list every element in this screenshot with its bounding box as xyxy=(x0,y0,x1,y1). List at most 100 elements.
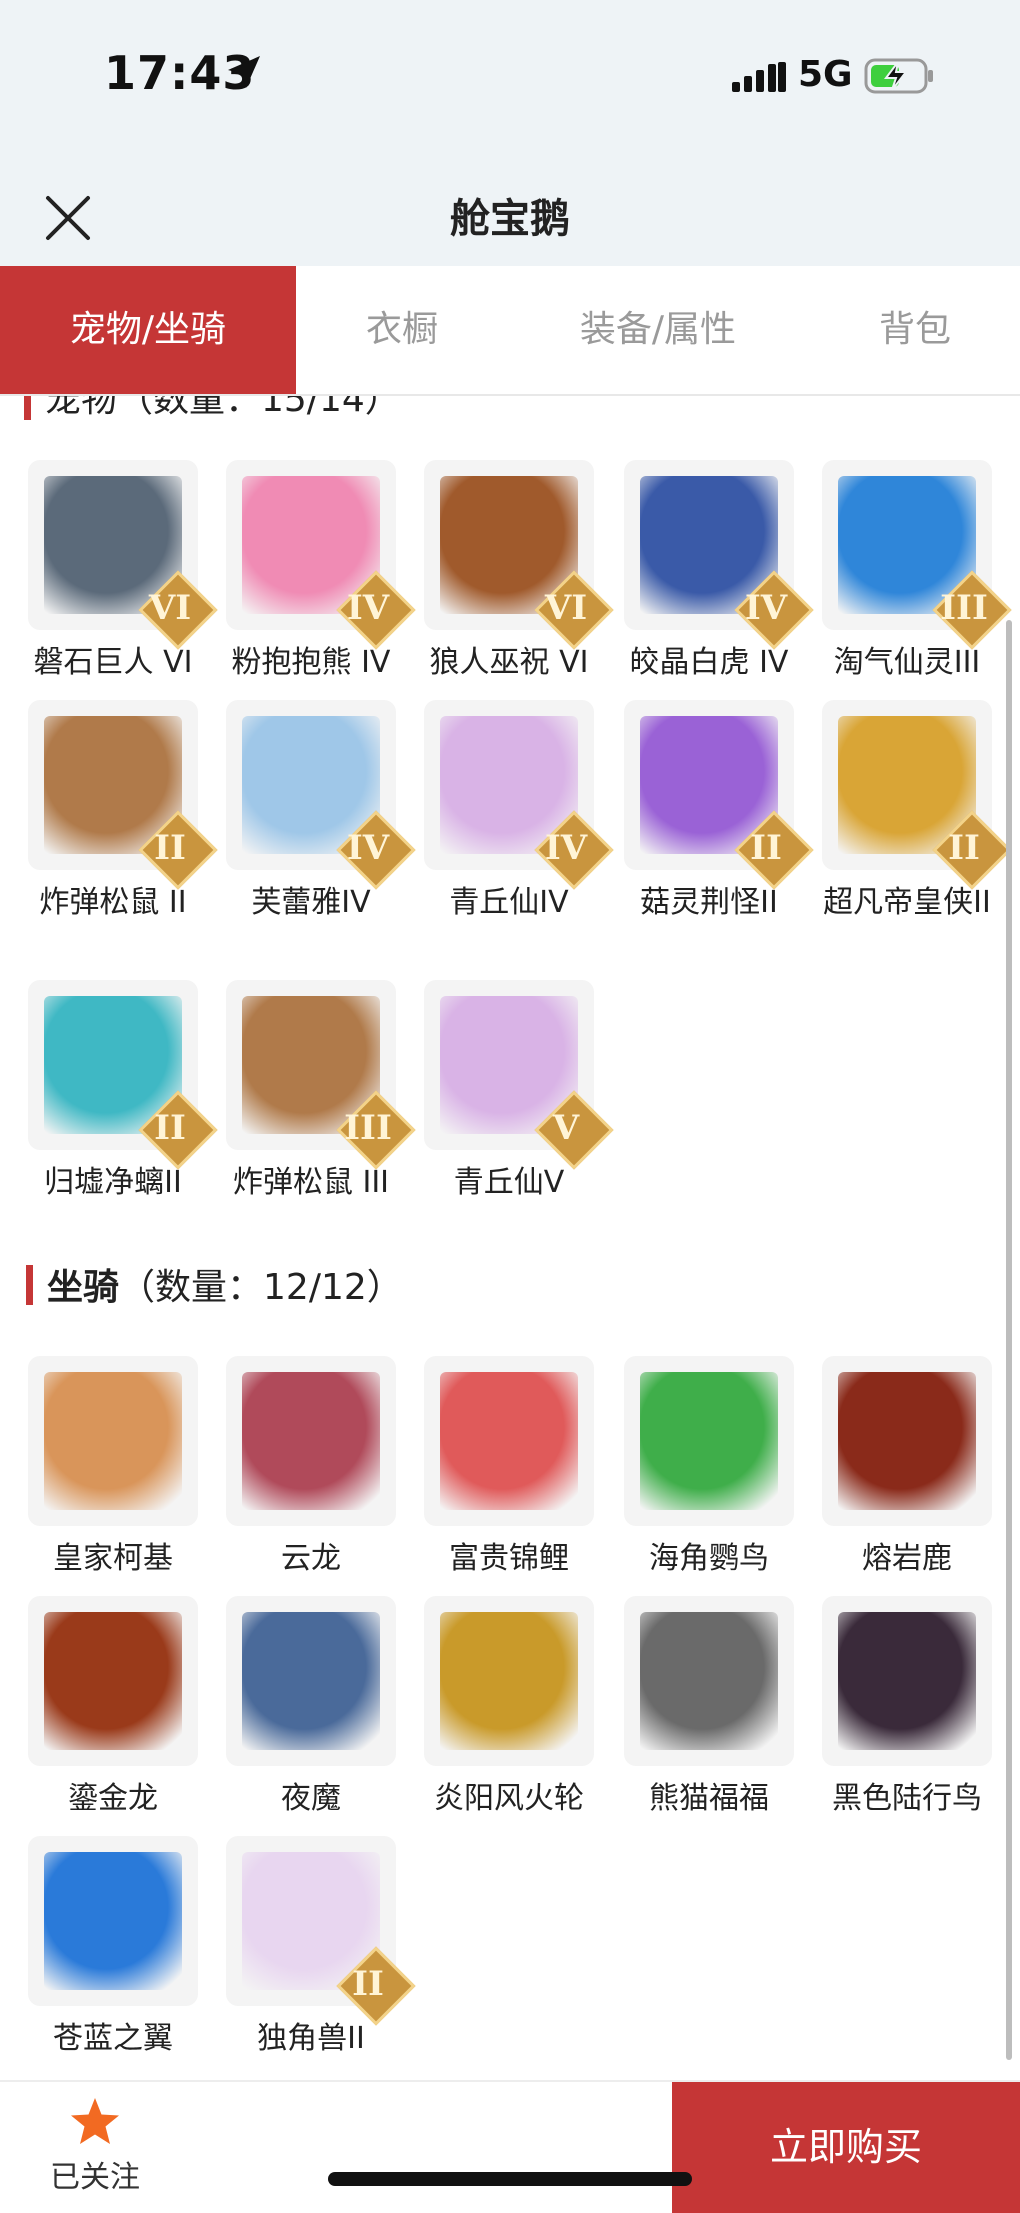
pet-name: 皎晶白虎 IV xyxy=(629,645,789,680)
mount-thumbnail: II xyxy=(226,1836,416,2026)
tab-backpack[interactable]: 背包 xyxy=(820,266,1010,394)
mount-image xyxy=(838,1612,976,1750)
mount-thumbnail xyxy=(28,1356,198,1526)
pet-thumbnail: VI xyxy=(28,460,218,650)
tier-badge-label: II xyxy=(154,1108,186,1148)
mount-image xyxy=(640,1372,778,1510)
mount-name: 鎏金龙 xyxy=(68,1781,158,1816)
tier-badge-label: III xyxy=(344,1108,392,1148)
tier-badge-label: IV xyxy=(346,588,390,628)
pet-name: 粉抱抱熊 IV xyxy=(231,645,391,680)
mount-thumbnail xyxy=(28,1596,198,1766)
pets-section-title: 宠物（数量：15/14） xyxy=(45,396,401,420)
mounts-section-title: 坐骑 xyxy=(47,1267,120,1308)
tier-badge-label: IV xyxy=(744,588,788,628)
section-accent-bar xyxy=(26,1265,33,1305)
pet-name: 芙蕾雅IV xyxy=(251,885,371,920)
navigation-bar: 舱宝鹅 xyxy=(0,170,1020,266)
pet-thumbnail: VI xyxy=(424,460,614,650)
network-type: 5G xyxy=(798,54,853,95)
pet-thumbnail: V xyxy=(424,980,614,1170)
follow-button[interactable]: 已关注 xyxy=(40,2082,150,2213)
tab-pets-mounts[interactable]: 宠物/坐骑 xyxy=(0,266,296,394)
pet-thumbnail: II xyxy=(822,700,1012,890)
mount-thumbnail xyxy=(822,1356,992,1526)
tier-badge-label: II xyxy=(948,828,980,868)
pet-name: 炸弹松鼠 II xyxy=(39,885,187,920)
pet-name: 归墟净螭II xyxy=(44,1165,182,1200)
mount-image xyxy=(44,1372,182,1510)
pet-thumbnail: II xyxy=(28,700,218,890)
pet-thumbnail: III xyxy=(822,460,1012,650)
mount-thumbnail xyxy=(822,1596,992,1766)
mount-name: 皇家柯基 xyxy=(53,1541,173,1576)
buy-now-button[interactable]: 立即购买 xyxy=(672,2082,1020,2213)
location-arrow-icon xyxy=(228,56,260,88)
mount-thumbnail xyxy=(226,1356,396,1526)
content-scroll-area[interactable]: 宠物（数量：15/14） VI 磐石巨人 VI IV 粉抱抱熊 IV VI 狼人巫祝 VI… xyxy=(0,396,1020,2076)
mount-image xyxy=(640,1612,778,1750)
pet-name: 狼人巫祝 VI xyxy=(429,645,589,680)
tier-badge-label: IV xyxy=(544,828,588,868)
pet-thumbnail: II xyxy=(624,700,814,890)
pet-thumbnail: III xyxy=(226,980,416,1170)
mount-name: 黑色陆行鸟 xyxy=(832,1781,982,1816)
tier-badge-label: III xyxy=(940,588,988,628)
mount-thumbnail xyxy=(624,1356,794,1526)
page-title: 舱宝鹅 xyxy=(450,196,570,242)
pet-name: 青丘仙V xyxy=(453,1165,565,1200)
pet-thumbnail: IV xyxy=(226,700,416,890)
tier-badge-label: VI xyxy=(544,588,588,628)
mount-thumbnail xyxy=(624,1596,794,1766)
pet-thumbnail: II xyxy=(28,980,218,1170)
pet-name: 炸弹松鼠 III xyxy=(232,1165,390,1200)
battery-charging-icon xyxy=(864,58,933,94)
mount-thumbnail xyxy=(424,1356,594,1526)
mount-thumbnail xyxy=(226,1596,396,1766)
pet-name: 青丘仙IV xyxy=(449,885,569,920)
pet-name: 磐石巨人 VI xyxy=(33,645,193,680)
section-accent-bar xyxy=(24,396,31,420)
tier-badge-label: II xyxy=(154,828,186,868)
star-icon xyxy=(71,2098,119,2144)
pet-thumbnail: IV xyxy=(624,460,814,650)
mount-name: 夜魔 xyxy=(281,1781,341,1816)
mount-name: 熊猫福福 xyxy=(649,1781,769,1816)
mount-name: 富贵锦鲤 xyxy=(449,1541,569,1576)
mount-name: 海角鹦鸟 xyxy=(649,1541,769,1576)
mount-name: 炎阳风火轮 xyxy=(434,1781,584,1816)
home-indicator xyxy=(328,2172,692,2186)
mount-image xyxy=(242,1372,380,1510)
mounts-section-count: （数量：12/12） xyxy=(119,1267,403,1308)
pet-name: 超凡帝皇侠II xyxy=(823,885,991,920)
cellular-signal-icon xyxy=(732,62,786,92)
tab-bar: 宠物/坐骑 衣橱 装备/属性 背包 xyxy=(0,266,1020,396)
mount-name: 苍蓝之翼 xyxy=(53,2021,173,2056)
tier-badge-label: II xyxy=(352,1964,384,2004)
mount-image xyxy=(44,1852,182,1990)
mount-image xyxy=(44,1612,182,1750)
mount-image xyxy=(838,1372,976,1510)
mount-name: 云龙 xyxy=(281,1541,341,1576)
pet-thumbnail: IV xyxy=(226,460,416,650)
mount-image xyxy=(242,1612,380,1750)
status-bar: 17:43 5G xyxy=(0,0,1020,170)
pet-name: 淘气仙灵III xyxy=(833,645,981,680)
mount-image xyxy=(440,1612,578,1750)
mount-image xyxy=(440,1372,578,1510)
mount-thumbnail xyxy=(28,1836,198,2006)
scrollbar[interactable] xyxy=(1006,620,1012,2060)
tab-equipment-attributes[interactable]: 装备/属性 xyxy=(540,266,776,394)
pets-section-header: 宠物（数量：15/14） xyxy=(24,396,401,422)
mount-name: 熔岩鹿 xyxy=(862,1541,952,1576)
bottom-action-bar: 已关注 立即购买 xyxy=(0,2080,1020,2213)
tier-badge-label: VI xyxy=(148,588,192,628)
tier-badge-label: II xyxy=(750,828,782,868)
tier-badge-label: IV xyxy=(346,828,390,868)
tier-badge-label: V xyxy=(552,1108,580,1148)
mounts-section-header: 坐骑（数量：12/12） xyxy=(26,1258,403,1310)
follow-label: 已关注 xyxy=(50,2160,140,2195)
mount-thumbnail xyxy=(424,1596,594,1766)
pet-name: 菇灵荆怪II xyxy=(640,885,778,920)
tab-wardrobe[interactable]: 衣橱 xyxy=(296,266,508,394)
